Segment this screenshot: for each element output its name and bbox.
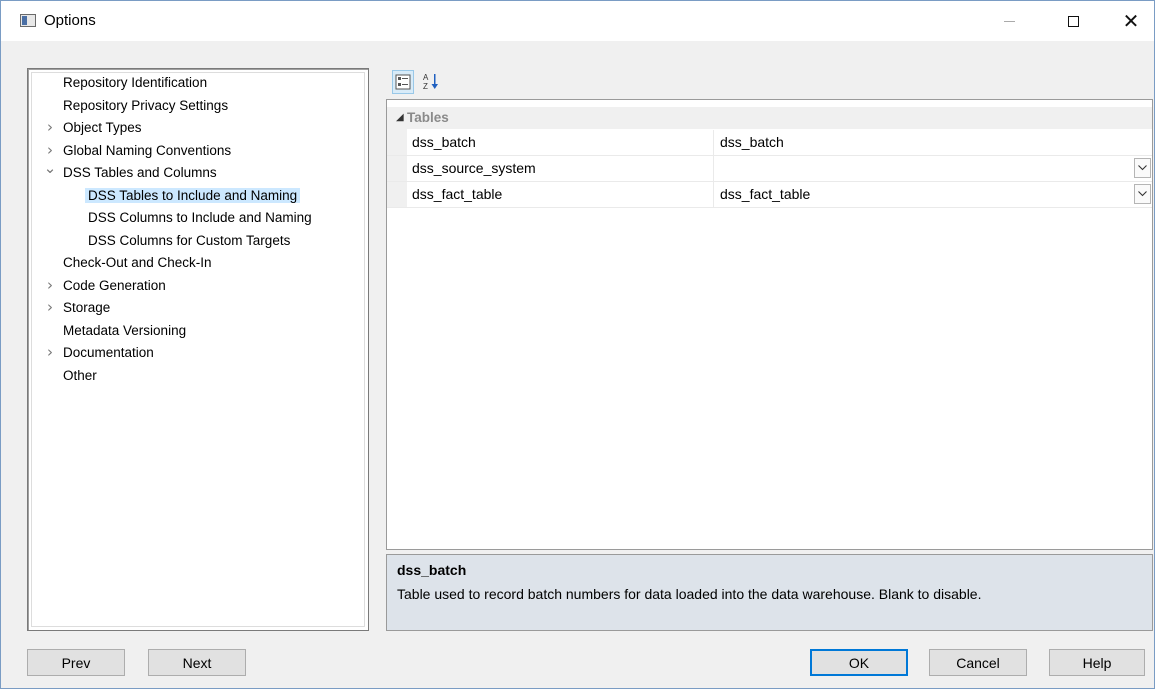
property-value[interactable]: dss_fact_table: [714, 182, 1152, 207]
tree-item[interactable]: Other: [63, 365, 97, 386]
tree-item-label: DSS Columns to Include and Naming: [88, 210, 312, 225]
property-name: dss_batch: [387, 130, 714, 155]
tree-item[interactable]: DSS Tables to Include and Naming: [85, 185, 301, 206]
category-row[interactable]: ◢ Tables: [387, 107, 1152, 129]
tree-item-label: Code Generation: [63, 277, 166, 293]
tree-item-label: Repository Privacy Settings: [63, 97, 229, 113]
tree-item-label: Check-Out and Check-In: [63, 255, 212, 270]
property-value[interactable]: dss_batch: [714, 130, 1152, 155]
tree-item[interactable]: › Documentation: [47, 342, 154, 363]
property-name: dss_fact_table: [387, 182, 714, 207]
chevron-down-icon[interactable]: ⌄: [43, 158, 57, 179]
tree-item-label: Storage: [63, 300, 111, 315]
tree-item[interactable]: › Object Types: [47, 117, 142, 138]
chevron-down-icon: [1138, 165, 1147, 171]
property-value-text: dss_fact_table: [720, 186, 811, 202]
tree-item-label: DSS Columns for Custom Targets: [88, 232, 291, 248]
tree-item-label: Metadata Versioning: [63, 322, 187, 338]
chevron-right-icon[interactable]: ›: [43, 342, 57, 363]
category-label: Tables: [407, 110, 449, 125]
window-title: Options: [44, 12, 96, 29]
help-button[interactable]: Help: [1049, 649, 1145, 676]
alphabetical-button[interactable]: A Z: [420, 70, 442, 94]
property-row[interactable]: dss_source_system: [387, 156, 1152, 182]
options-tree[interactable]: Repository Identification Repository Priv…: [27, 68, 369, 631]
description-title: dss_batch: [397, 562, 467, 578]
title-bar[interactable]: Options ✕: [1, 1, 1154, 41]
sort-az-z-label: Z: [423, 82, 428, 91]
property-value-text: dss_batch: [720, 134, 784, 150]
chevron-right-icon[interactable]: ›: [43, 297, 57, 318]
tree-item-label: DSS Tables and Columns: [63, 165, 217, 180]
dropdown-button[interactable]: [1134, 184, 1151, 204]
tree-item-label: Documentation: [63, 345, 154, 360]
property-row[interactable]: dss_fact_table dss_fact_table: [387, 182, 1152, 208]
maximize-button[interactable]: [1050, 1, 1096, 41]
tree-item[interactable]: DSS Columns for Custom Targets: [88, 230, 290, 251]
close-icon: ✕: [1122, 9, 1140, 33]
tree-item[interactable]: DSS Columns to Include and Naming: [88, 207, 312, 228]
minimize-icon: [1003, 20, 1015, 22]
tree-item[interactable]: Check-Out and Check-In: [63, 252, 212, 273]
tree-item[interactable]: ⌄ DSS Tables and Columns: [44, 159, 217, 183]
collapse-triangle-icon[interactable]: ◢: [396, 107, 404, 129]
close-button[interactable]: ✕: [1108, 1, 1154, 41]
dropdown-button[interactable]: [1134, 158, 1151, 178]
categorized-icon: [395, 74, 411, 90]
sort-az-a-label: A: [423, 73, 429, 82]
description-text: Table used to record batch numbers for d…: [397, 586, 982, 602]
property-grid[interactable]: ◢ Tables dss_batch dss_batch dss_source_sy…: [386, 99, 1153, 550]
chevron-right-icon[interactable]: ›: [43, 117, 57, 138]
ok-button[interactable]: OK: [810, 649, 908, 676]
tree-item[interactable]: › Code Generation: [47, 275, 166, 296]
categorized-button[interactable]: [392, 70, 414, 94]
chevron-right-icon[interactable]: ›: [43, 275, 57, 296]
tree-item-label: Repository Identification: [63, 75, 208, 90]
tree-item-label: DSS Tables to Include and Naming: [85, 187, 301, 203]
property-value[interactable]: [714, 156, 1152, 181]
prev-button[interactable]: Prev: [27, 649, 125, 676]
chevron-down-icon: [1138, 191, 1147, 197]
tree-item[interactable]: Repository Identification: [63, 72, 207, 93]
tree-item-label: Other: [63, 367, 97, 383]
tree-item[interactable]: Repository Privacy Settings: [63, 95, 228, 116]
cancel-button[interactable]: Cancel: [929, 649, 1027, 676]
tree-item[interactable]: › Storage: [47, 297, 111, 318]
next-button[interactable]: Next: [148, 649, 246, 676]
tree-item[interactable]: Metadata Versioning: [63, 320, 186, 341]
minimize-button[interactable]: [986, 1, 1032, 41]
maximize-icon: [1067, 15, 1079, 27]
window-icon: [20, 14, 36, 27]
property-name: dss_source_system: [387, 156, 714, 181]
tree-item[interactable]: › Global Naming Conventions: [47, 140, 232, 161]
tree-item-label: Global Naming Conventions: [63, 142, 232, 158]
sort-az-icon: A Z: [423, 73, 438, 91]
description-pane: dss_batch Table used to record batch num…: [386, 554, 1153, 631]
tree-item-label: Object Types: [63, 120, 142, 135]
property-row[interactable]: dss_batch dss_batch: [387, 130, 1152, 156]
